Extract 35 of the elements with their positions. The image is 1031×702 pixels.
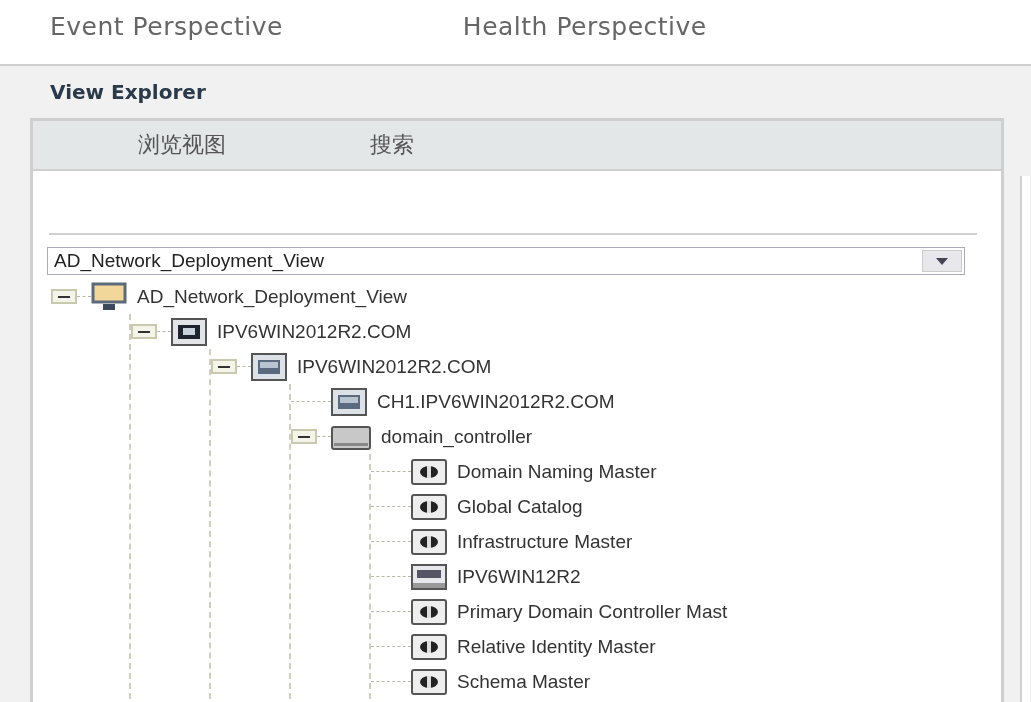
view-dropdown[interactable]: AD_Network_Deployment_View	[47, 247, 965, 275]
tree-item[interactable]: Infrastructure Master	[457, 530, 633, 553]
server-icon	[331, 387, 367, 416]
role-icon	[411, 493, 447, 520]
role-icon	[411, 633, 447, 660]
caret-icon	[936, 257, 948, 265]
role-icon	[411, 668, 447, 695]
tree-item[interactable]: Global Catalog	[457, 495, 583, 518]
tree-item[interactable]: domain_controller	[381, 425, 533, 448]
server-icon	[251, 352, 287, 381]
tree-item[interactable]: AD_Network_Deployment_View	[137, 285, 407, 308]
perspective-link[interactable]: Health Perspective	[462, 12, 707, 64]
panel-title: View Explorer	[49, 79, 207, 106]
computer-icon	[411, 563, 447, 590]
role-icon	[411, 598, 447, 625]
tree-item[interactable]: CH1.IPV6WIN2012R2.COM	[377, 390, 615, 413]
collapse-toggle[interactable]	[131, 324, 157, 339]
window-icon	[171, 317, 207, 346]
tab[interactable]: 搜索	[370, 130, 602, 160]
tree-item[interactable]: IPV6WIN2012R2.COM	[297, 355, 492, 378]
role-icon	[411, 528, 447, 555]
tree-item[interactable]: Primary Domain Controller Mast	[457, 600, 728, 623]
role-icon	[411, 458, 447, 485]
monitor-icon	[91, 280, 127, 313]
dropdown-button[interactable]	[922, 250, 962, 272]
tree-item[interactable]: Relative Identity Master	[457, 635, 656, 658]
collapse-toggle[interactable]	[291, 429, 317, 444]
tree-item[interactable]: Schema Master	[457, 670, 591, 693]
collapse-toggle[interactable]	[211, 359, 237, 374]
perspective-link[interactable]: Event Perspective	[50, 12, 283, 64]
tree-item[interactable]: Domain Naming Master	[457, 460, 657, 483]
collapse-toggle[interactable]	[51, 289, 77, 304]
tree-item[interactable]: IPV6WIN2012R2.COM	[217, 320, 412, 343]
tab[interactable]: 浏览视图	[138, 130, 370, 160]
tree-item[interactable]: IPV6WIN12R2	[457, 565, 581, 588]
